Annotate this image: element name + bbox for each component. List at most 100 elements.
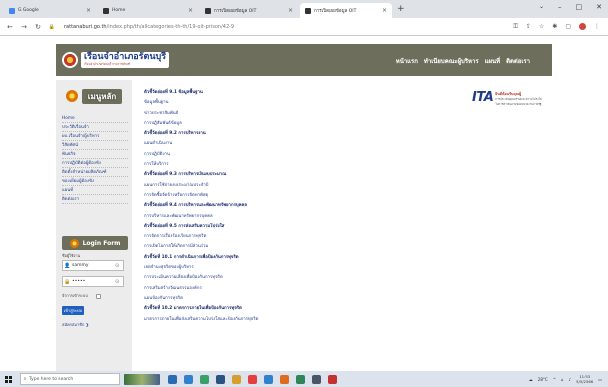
forward-arrow-icon[interactable]: → — [20, 23, 28, 31]
key-icon[interactable]: ⚿ — [513, 23, 518, 31]
password-field[interactable]: 🔒 ••••• ⊙ — [62, 276, 124, 287]
pinned-app-icon[interactable] — [312, 374, 321, 384]
content-link[interactable]: การจัดซื้อจัดจ้างหรือการจัดหาพัสดุ — [144, 191, 444, 201]
sidebar-item-inmate-treatment[interactable]: การปฏิบัติต่อผู้ต้องขัง — [62, 159, 128, 168]
notifications-icon[interactable]: ▭ — [598, 377, 602, 382]
clock[interactable]: 11:53 5/5/2566 — [576, 374, 593, 384]
windows-taskbar: ⌕ Type here to search ☁ 28°C ^ ⌂ ♪ 11:53… — [0, 371, 608, 387]
pinned-app-icon[interactable] — [296, 374, 305, 384]
pinned-app-icon[interactable] — [248, 374, 257, 384]
username-field[interactable]: 👤 sammy ⊙ — [62, 260, 124, 271]
content-link[interactable]: แผนป้องกันการทุจริต — [144, 294, 444, 304]
maximize-button[interactable]: □ — [576, 3, 583, 11]
nav-home[interactable]: หน้าแรก — [396, 56, 418, 66]
search-icon: ⌕ — [23, 376, 27, 382]
browser-tab-oit-active[interactable]: การเปิดเผยข้อมูล OIT × — [300, 3, 392, 18]
content-link[interactable]: ข่าวประชาสัมพันธ์ — [144, 109, 444, 119]
taskbar-search-input[interactable]: ⌕ Type here to search — [20, 373, 120, 385]
pinned-app-icon[interactable] — [184, 374, 193, 384]
sidebar-item-map[interactable]: แผนที่ — [62, 186, 128, 195]
content-link[interactable]: การเปิดโอกาสให้เกิดการมีส่วนร่วม — [144, 242, 444, 252]
section-heading[interactable]: ตัวชี้วัดที่ 10.1 การดำเนินการเพื่อป้องก… — [144, 253, 444, 263]
ita-logo[interactable]: ITA ยินดีต้อนรับคุณผู้ การประเมินคุณธรรม… — [472, 90, 542, 112]
sidebar-item-vision[interactable]: วิสัยทัศน์ — [62, 141, 128, 150]
extensions-icon[interactable]: ✱ — [552, 23, 557, 31]
section-heading[interactable]: ตัวชี้วัดย่อยที่ 9.5 การส่งเสริมความโปร่… — [144, 222, 444, 232]
close-window-button[interactable]: ✕ — [596, 3, 602, 11]
pinned-app-icon[interactable] — [168, 374, 177, 384]
content-link[interactable]: การปฏิบัติงาน — [144, 150, 444, 160]
windows-start-icon[interactable] — [5, 375, 12, 383]
browser-menu-icon[interactable]: ⋮ — [594, 23, 600, 31]
pinned-app-icon[interactable] — [216, 374, 225, 384]
profile-avatar[interactable] — [579, 22, 586, 30]
lock-icon[interactable]: 🔒 — [48, 24, 56, 30]
pinned-app-icon[interactable] — [232, 374, 241, 384]
content-link[interactable]: การเสริมสร้างวัฒนธรรมองค์กร — [144, 284, 444, 294]
tab-close-icon[interactable]: × — [188, 7, 193, 14]
content-link[interactable]: มาตรการภายในเพื่อส่งเสริมความโปร่งใสและป… — [144, 315, 444, 325]
remember-me[interactable]: จำการเข้าระบบ — [62, 293, 101, 299]
autofill-icon[interactable]: ⊙ — [115, 279, 123, 285]
content-link[interactable]: แผนดำเนินงาน — [144, 139, 444, 149]
content-link[interactable]: แผนการใช้จ่ายงบประมาณประจำปี — [144, 181, 444, 191]
sidebar-item-home[interactable]: Home — [62, 114, 128, 123]
site-logo[interactable]: เรือนจำอำเภอรัตนบุรี เรือนจำอำเภอรัตนบุร… — [62, 50, 186, 70]
section-heading[interactable]: ตัวชี้วัดย่อยที่ 9.3 การบริหารเงินงบประม… — [144, 170, 444, 180]
pinned-app-icon[interactable] — [280, 374, 289, 384]
share-icon[interactable]: ⇪ — [526, 23, 531, 31]
sidebar-item-history[interactable]: ประวัติเรือนจำ — [62, 123, 128, 132]
nav-executives[interactable]: ทำเนียบคณะผู้บริหาร — [424, 56, 479, 66]
login-form-header: Login Form — [62, 236, 128, 250]
pinned-app-icon[interactable] — [264, 374, 273, 384]
tray-chevron-icon[interactable]: ^ — [553, 377, 556, 382]
reload-icon[interactable]: ↻ — [34, 23, 42, 31]
content-link[interactable]: เจตจำนงสุจริตของผู้บริหาร — [144, 263, 444, 273]
content-link[interactable]: การจัดการเรื่องร้องเรียนการทุจริต — [144, 232, 444, 242]
network-icon[interactable]: ⌂ — [561, 377, 564, 382]
sidebar-item-contact[interactable]: ติดต่อเรา — [62, 195, 128, 204]
content-link[interactable]: การบริหารและพัฒนาทรัพยากรบุคคล — [144, 212, 444, 222]
minimize-button[interactable]: – — [558, 3, 562, 11]
browser-tab-oit-1[interactable]: การเปิดเผยข้อมูล OIT × — [200, 3, 298, 18]
sidebar-item-visiting[interactable]: ของเยี่ยมผู้ต้องขัง — [62, 177, 128, 186]
url-input[interactable]: rattanaburi.go.th/index.php/th/allcatego… — [64, 24, 504, 30]
address-bar-row: ← → ↻ 🔒 rattanaburi.go.th/index.php/th/a… — [0, 18, 608, 36]
sidebar-item-director[interactable]: ผบ.เรือนจำ/ผู้บริหาร — [62, 132, 128, 141]
login-button[interactable]: เข้าสู่ระบบ — [62, 306, 84, 315]
tab-title: Home — [112, 8, 126, 13]
section-heading[interactable]: ตัวชี้วัดที่ 10.2 มาตรการภายในเพื่อป้องก… — [144, 304, 444, 314]
content-link[interactable]: การปฏิสัมพันธ์ข้อมูล — [144, 119, 444, 129]
autofill-icon[interactable]: ⊙ — [115, 263, 123, 269]
nav-contact[interactable]: ติดต่อเรา — [506, 56, 530, 66]
tab-title: การเปิดเผยข้อมูล OIT — [214, 9, 257, 14]
content-link[interactable]: การให้บริการ — [144, 160, 444, 170]
sidebar-item-mission[interactable]: พันธกิจ — [62, 150, 128, 159]
sidepanel-icon[interactable]: ▢ — [565, 23, 571, 31]
section-heading[interactable]: ตัวชี้วัดย่อยที่ 9.4 การบริหารและพัฒนาทร… — [144, 201, 444, 211]
search-highlight-image[interactable] — [124, 373, 160, 385]
bookmark-star-icon[interactable]: ☆ — [539, 23, 544, 31]
tab-title: การเปิดเผยข้อมูล OIT — [314, 9, 357, 14]
weather-icon[interactable]: ☁ — [529, 377, 533, 382]
new-tab-button[interactable]: + — [397, 4, 405, 14]
browser-tab-google[interactable]: G Google × — [4, 3, 96, 18]
section-heading[interactable]: ตัวชี้วัดย่อยที่ 9.2 การบริหารงาน — [144, 129, 444, 139]
ita-logo-text: ITA — [472, 90, 494, 105]
remember-checkbox[interactable] — [95, 293, 101, 299]
tab-close-icon[interactable]: × — [288, 7, 293, 14]
sidebar-item-products[interactable]: ติดตั้งจำหน่ายผลิตภัณฑ์ — [62, 168, 128, 177]
nav-map[interactable]: แผนที่ — [485, 56, 500, 66]
volume-icon[interactable]: ♪ — [569, 377, 572, 382]
pinned-app-icon[interactable] — [200, 374, 209, 384]
tab-search-icon[interactable]: ⌄ — [539, 3, 544, 11]
pinned-app-icon[interactable] — [328, 374, 337, 384]
tab-close-icon[interactable]: × — [382, 7, 387, 14]
back-arrow-icon[interactable]: ← — [6, 23, 14, 31]
section-heading[interactable]: ตัวชี้วัดย่อยที่ 9.1 ข้อมูลพื้นฐาน — [144, 88, 444, 98]
browser-tab-home[interactable]: Home × — [98, 3, 198, 18]
tab-close-icon[interactable]: × — [86, 7, 91, 14]
register-link[interactable]: สมัครสมาชิก ❯ — [62, 321, 89, 328]
content-link[interactable]: การประเมินความเสี่ยงเพื่อป้องกันการทุจริ… — [144, 273, 444, 283]
content-link[interactable]: ข้อมูลพื้นฐาน — [144, 98, 444, 108]
